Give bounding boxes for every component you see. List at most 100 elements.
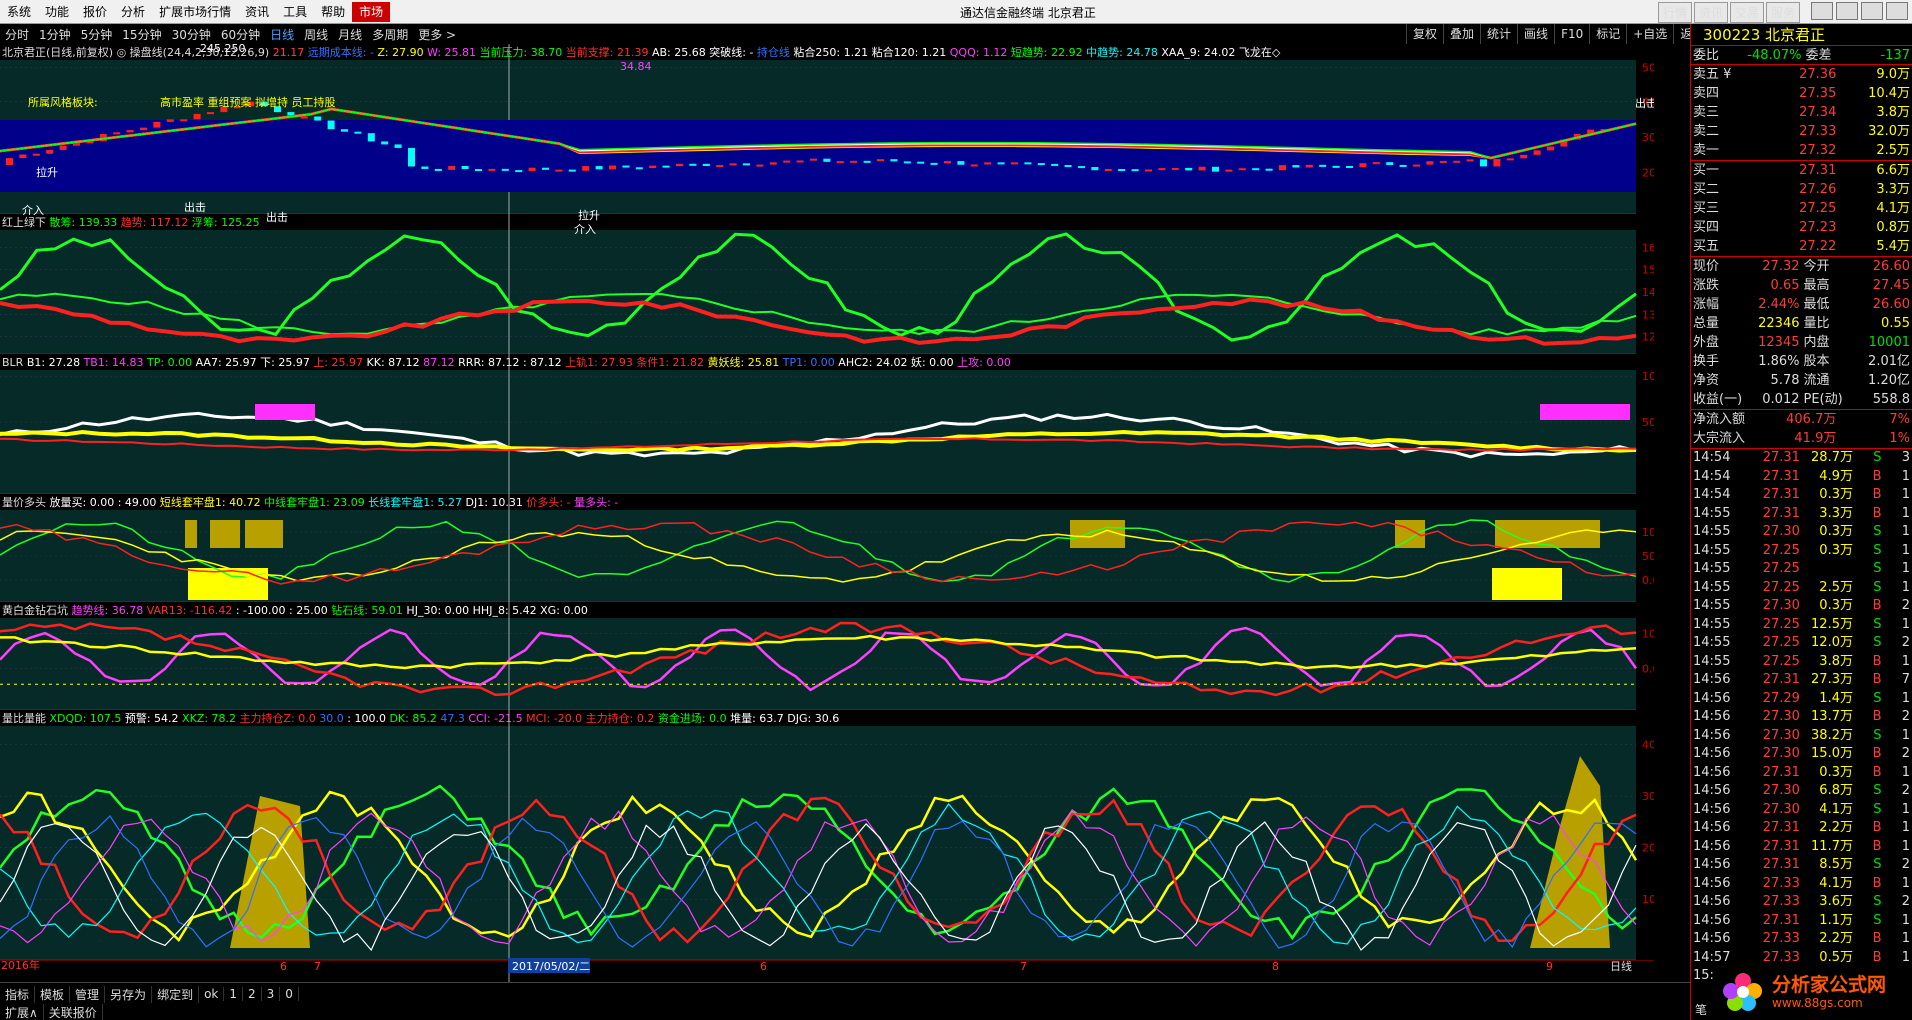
tick-row[interactable]: 14:56 27.31 8.5万 S 2 <box>1691 856 1912 875</box>
panel-value: 散筹: 139.33 <box>46 215 117 229</box>
top-btn-1[interactable]: 资讯 <box>1693 2 1728 23</box>
tick-row[interactable]: 14:54 27.31 4.9万 B 1 <box>1691 468 1912 487</box>
menu-item-0[interactable]: 系统 <box>0 3 38 20</box>
tool-btn-6[interactable]: +自选 <box>1626 24 1673 44</box>
tick-cell: 14:56 <box>1693 894 1731 909</box>
tick-row[interactable]: 14:56 27.30 15.0万 B 2 <box>1691 745 1912 764</box>
tick-row[interactable]: 14:56 27.30 4.1万 S 1 <box>1691 801 1912 820</box>
top-btn-0[interactable]: 行情 <box>1657 2 1692 23</box>
close-icon[interactable]: ✕ <box>1886 2 1908 20</box>
period-4[interactable]: 30分钟 <box>167 26 216 43</box>
bottom-row1-1[interactable]: 模板 <box>35 985 71 1003</box>
tick-row[interactable]: 14:55 27.25 12.0万 S 2 <box>1691 634 1912 653</box>
tick-list[interactable]: 14:54 27.31 28.7万 S 3 14:54 27.31 4.9万 B 1 14:54 27… <box>1691 449 1912 986</box>
tick-row[interactable]: 14:56 27.30 13.7万 B 2 <box>1691 708 1912 727</box>
tick-row[interactable]: 14:55 27.30 0.3万 S 1 <box>1691 523 1912 542</box>
tick-row[interactable]: 14:56 27.33 2.2万 B 1 <box>1691 930 1912 949</box>
chart-area[interactable]: 北京君正(日线,前复权) ◎ 操盘线(24,4,2,30,12,26,9) 21… <box>0 44 1654 982</box>
candle <box>501 168 509 171</box>
tick-cell: 27.30 <box>1762 709 1800 724</box>
bottom-row2-0[interactable]: 扩展∧ <box>0 1003 44 1020</box>
tick-row[interactable]: 14:54 27.31 28.7万 S 3 <box>1691 449 1912 468</box>
minimize-icon[interactable]: — <box>1836 2 1858 20</box>
tick-row[interactable]: 14:55 27.25 12.5万 S 1 <box>1691 616 1912 635</box>
bottom-row1-9[interactable]: 0 <box>280 987 299 1001</box>
tick-row[interactable]: 14:55 27.25 S 1 <box>1691 560 1912 579</box>
tick-row[interactable]: 14:56 27.31 11.7万 B 1 <box>1691 838 1912 857</box>
tool-btn-1[interactable]: 叠加 <box>1443 24 1480 44</box>
period-0[interactable]: 分时 <box>0 26 34 43</box>
menu-item-8[interactable]: 市场 <box>352 1 391 22</box>
quote-cell: 总量 <box>1693 316 1720 331</box>
bottom-row1-7[interactable]: 2 <box>243 987 262 1001</box>
period-daily-button[interactable]: 日线 <box>1610 959 1632 973</box>
tick-row[interactable]: 14:55 27.25 2.5万 S 1 <box>1691 579 1912 598</box>
tick-row[interactable]: 14:56 27.31 2.2万 B 1 <box>1691 819 1912 838</box>
bottom-row2-1[interactable]: 关联报价 <box>44 1003 103 1020</box>
asks-label: 卖二 <box>1693 124 1720 139</box>
indicator-panels[interactable]: 北京君正(日线,前复权) ◎ 操盘线(24,4,2,30,12,26,9) 21… <box>0 44 1654 982</box>
tick-row[interactable]: 14:56 27.31 0.3万 B 1 <box>1691 764 1912 783</box>
tick-cell: 27.29 <box>1762 690 1800 706</box>
tool-btn-4[interactable]: F10 <box>1554 24 1589 44</box>
help-icon[interactable]: ? <box>1811 2 1833 20</box>
stock-name: 北京君正 <box>1765 26 1826 44</box>
period-2[interactable]: 5分钟 <box>76 26 118 43</box>
tool-btn-0[interactable]: 复权 <box>1406 24 1443 44</box>
menu-item-3[interactable]: 分析 <box>114 3 152 20</box>
period-9[interactable]: 多周期 <box>367 26 413 43</box>
bottom-row1-6[interactable]: 1 <box>224 987 244 1001</box>
bottom-row1-8[interactable]: 3 <box>262 987 281 1001</box>
maximize-icon[interactable]: □ <box>1861 2 1883 20</box>
panel-title-0: 北京君正(日线,前复权) ◎ 操盘线(24,4,2,30,12,26,9) 21… <box>2 45 1281 59</box>
tick-row[interactable]: 14:56 27.31 27.3万 B 7 <box>1691 671 1912 690</box>
period-8[interactable]: 月线 <box>333 26 367 43</box>
candle <box>113 132 121 135</box>
price-band <box>0 120 1636 192</box>
axis-tick-label: 100.0 <box>1642 370 1654 383</box>
candle <box>207 112 214 115</box>
tool-btn-2[interactable]: 统计 <box>1480 24 1517 44</box>
tick-row[interactable]: 14:54 27.31 0.3万 B 1 <box>1691 486 1912 505</box>
tick-row[interactable]: 14:56 27.30 38.2万 S 1 <box>1691 727 1912 746</box>
tick-row[interactable]: 14:56 27.33 3.6万 S 2 <box>1691 893 1912 912</box>
top-btn-2[interactable]: 交易 <box>1729 2 1764 23</box>
candle <box>743 163 750 166</box>
tick-row[interactable]: 14:56 27.31 1.1万 S 1 <box>1691 912 1912 931</box>
menu-item-7[interactable]: 帮助 <box>314 3 352 20</box>
period-3[interactable]: 15分钟 <box>117 26 166 43</box>
tick-row[interactable]: 14:56 27.33 4.1万 B 1 <box>1691 875 1912 894</box>
tick-row[interactable]: 14:55 27.25 0.3万 S 1 <box>1691 542 1912 561</box>
quote-cell: 涨跌 <box>1693 278 1720 293</box>
period-10[interactable]: 更多 > <box>413 26 461 43</box>
tool-btn-3[interactable]: 画线 <box>1517 24 1554 44</box>
period-5[interactable]: 60分钟 <box>216 26 265 43</box>
menu-item-2[interactable]: 报价 <box>76 3 114 20</box>
period-1[interactable]: 1分钟 <box>34 26 76 43</box>
menu-item-5[interactable]: 资讯 <box>238 3 276 20</box>
tick-row[interactable]: 14:55 27.30 0.3万 B 2 <box>1691 597 1912 616</box>
tick-row[interactable]: 14:55 27.31 3.3万 B 1 <box>1691 505 1912 524</box>
panel-value: 下: 25.97 <box>257 356 310 369</box>
bottom-row1-0[interactable]: 指标 <box>0 985 36 1003</box>
tick-row[interactable]: 14:55 27.25 3.8万 B 1 <box>1691 653 1912 672</box>
bottom-row1-4[interactable]: 绑定到 <box>152 985 200 1003</box>
menu-item-6[interactable]: 工具 <box>276 3 314 20</box>
panel-value: HHJ_8: 5.42 <box>469 604 536 617</box>
candle <box>1024 162 1032 165</box>
stock-title: 300223 北京君正 <box>1691 24 1912 46</box>
menu-item-1[interactable]: 功能 <box>38 3 76 20</box>
menu-item-4[interactable]: 扩展市场行情 <box>152 3 238 20</box>
period-6[interactable]: 日线 <box>265 26 299 43</box>
tick-cell: 27.25 <box>1762 653 1800 669</box>
tick-row[interactable]: 14:56 27.29 1.4万 S 1 <box>1691 690 1912 709</box>
top-btn-3[interactable]: 服务 <box>1765 2 1800 23</box>
candle <box>769 162 777 165</box>
asks-volume: 9.0万 <box>1876 67 1911 82</box>
period-7[interactable]: 周线 <box>299 26 333 43</box>
tool-btn-5[interactable]: 标记 <box>1589 24 1626 44</box>
tick-row[interactable]: 14:56 27.30 6.8万 S 2 <box>1691 782 1912 801</box>
bottom-row1-5[interactable]: ok <box>199 987 225 1001</box>
bottom-row1-2[interactable]: 管理 <box>70 985 106 1003</box>
bottom-row1-3[interactable]: 另存为 <box>105 985 153 1003</box>
